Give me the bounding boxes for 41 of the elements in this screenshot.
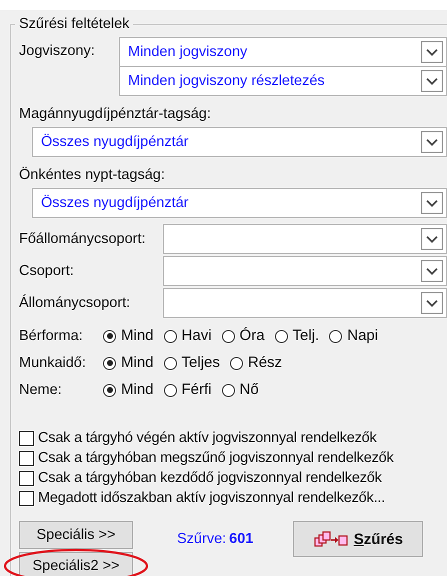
filter-button[interactable]: Szűrés	[293, 521, 424, 557]
radio-option[interactable]: Telj.	[274, 326, 320, 346]
dropdown-field[interactable]: Összes nyugdíjpénztár	[32, 188, 447, 218]
radio-option[interactable]: Napi	[329, 326, 378, 346]
field-label: Magánnyugdíjpénztár-tagság:	[19, 105, 212, 124]
dropdown-field[interactable]	[163, 224, 447, 254]
checkbox-label[interactable]: Csak a tárgyhóban megszűnő jogviszonnyal rendelkezők	[38, 450, 394, 466]
field-label: Állománycsoport:	[19, 293, 132, 313]
special-button[interactable]: Speciális >>	[19, 521, 133, 549]
radio-option[interactable]: Mind	[103, 380, 154, 400]
checkbox[interactable]	[19, 450, 34, 466]
radio-option[interactable]: Óra	[222, 326, 265, 346]
radio-option[interactable]: Mind	[103, 353, 154, 373]
field-label: Csoport:	[19, 262, 75, 281]
filtered-count: 601	[229, 531, 254, 547]
filtered-label: Szűrve:	[177, 531, 226, 547]
dropdown-field[interactable]	[163, 288, 447, 318]
dropdown-field[interactable]: Összes nyugdíjpénztár	[32, 127, 447, 157]
radio-option[interactable]: Teljes	[164, 353, 220, 373]
field-label: Neme:	[19, 381, 63, 400]
field-label: Munkaidő:	[19, 354, 87, 373]
checkbox-label[interactable]: Megadott időszakban aktív jogviszonnyal rendelkezők...	[38, 490, 386, 506]
field-label: Önkéntes nypt-tagság:	[19, 166, 166, 185]
dropdown-field[interactable]: Minden jogviszony	[119, 37, 447, 67]
radio-option[interactable]: Férfi	[164, 380, 212, 400]
special-button[interactable]: Speciális2 >>	[19, 552, 133, 576]
checkbox[interactable]	[19, 430, 34, 446]
copy-arrow-icon	[314, 530, 348, 548]
field-label: Jogviszony:	[19, 42, 96, 61]
radio-option[interactable]: Havi	[164, 326, 212, 346]
dropdown-field[interactable]: Minden jogviszony részletezés	[119, 66, 447, 96]
field-label: Főállománycsoport:	[19, 230, 147, 249]
checkbox-label[interactable]: Csak a tárgyhóban kezdődő jogviszonnyal rendelkezők	[38, 470, 382, 486]
radio-option[interactable]: Rész	[230, 353, 282, 373]
checkbox[interactable]	[19, 490, 34, 506]
checkbox-label[interactable]: Csak a tárgyhó végén aktív jogviszonnyal rendelkezők	[38, 430, 377, 446]
checkbox[interactable]	[19, 470, 34, 486]
radio-option[interactable]: Mind	[103, 326, 154, 346]
radio-option[interactable]: Nő	[222, 380, 259, 400]
field-label: Bérforma:	[19, 327, 84, 346]
dropdown-field[interactable]	[163, 256, 447, 286]
